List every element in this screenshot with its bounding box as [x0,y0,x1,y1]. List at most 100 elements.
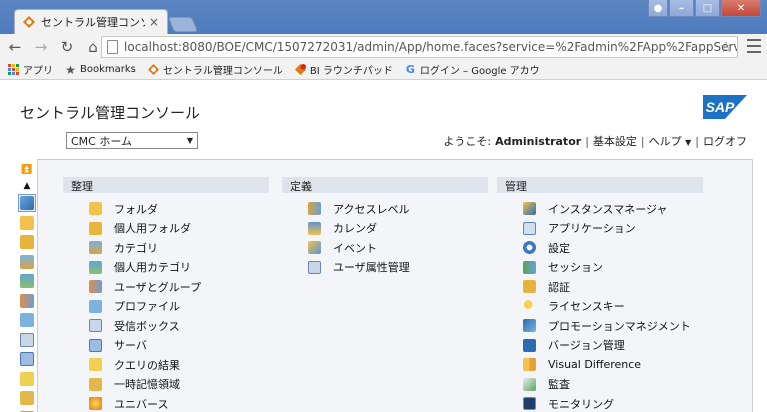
query-icon [20,371,34,386]
link-temp-storage[interactable]: 一時記憶領域 [63,375,269,395]
profiles-tool[interactable] [18,311,36,329]
scroll-top-icon[interactable]: ⏫ [18,163,36,177]
visual-difference-icon [523,358,536,372]
browser-tab-cmc[interactable]: セントラル管理コンソール × [14,9,168,34]
define-column: 定義 アクセスレベル カレンダ イベント ユーザ属性管理 [282,177,488,277]
cmc-home-tool[interactable] [18,194,36,212]
item-label: バージョン管理 [548,339,625,353]
bookmark-label: Bookmarks [80,64,136,75]
sap-logo: SAP [703,95,747,119]
link-calendars[interactable]: カレンダ [282,219,488,239]
user-attribute-icon [308,260,321,274]
promotion-icon [523,319,536,333]
chrome-menu-icon[interactable] [747,39,761,53]
bookmark-apps[interactable]: アプリ [8,62,53,77]
personal-categories-tool[interactable] [18,272,36,290]
sap-cmc-favicon [23,16,35,28]
bookmark-cmc[interactable]: セントラル管理コンソール [147,62,283,77]
separator: | [585,134,589,148]
cmc-navigation-dropdown[interactable]: CMC ホーム ▼ [66,132,198,149]
link-license-keys[interactable]: ライセンスキー [497,297,703,317]
dropdown-value: CMC ホーム [71,134,133,148]
link-universes[interactable]: ユニバース [63,394,269,412]
maximize-button[interactable]: □ [695,0,720,17]
item-label: 設定 [548,241,570,255]
back-arrow-icon[interactable]: ← [4,36,26,58]
link-inbox[interactable]: 受信ボックス [63,316,269,336]
link-profiles[interactable]: プロファイル [63,297,269,317]
servers-tool[interactable] [18,350,36,368]
item-label: 認証 [548,280,570,294]
users-icon [89,280,102,294]
link-access-levels[interactable]: アクセスレベル [282,199,488,219]
google-icon: G [405,63,415,76]
item-label: カレンダ [333,222,377,236]
minimize-button[interactable]: – [669,0,694,17]
bookmark-star-icon[interactable]: ☆ [720,38,733,56]
users-groups-tool[interactable] [18,292,36,310]
folders-tool[interactable] [18,214,36,232]
temp-storage-tool[interactable] [18,389,36,407]
link-version-management[interactable]: バージョン管理 [497,336,703,356]
help-menu[interactable]: ヘルプ ▼ [649,133,692,149]
preferences-link[interactable]: 基本設定 [593,133,637,149]
personal-category-icon [20,274,34,288]
page-icon [107,40,119,54]
tab-close-icon[interactable]: × [149,15,159,29]
event-icon [308,241,321,255]
caret-down-icon: ▼ [685,138,692,147]
user-profile-icon[interactable]: ● [648,0,668,17]
link-events[interactable]: イベント [282,238,488,258]
scroll-up-icon[interactable]: ▲ [18,179,36,193]
bookmark-google-login[interactable]: G ログイン – Google アカウ [405,62,540,77]
link-users-groups[interactable]: ユーザとグループ [63,277,269,297]
forward-arrow-icon[interactable]: → [30,36,52,58]
storage-icon [20,391,34,405]
address-bar[interactable]: localhost:8080/BOE/CMC/1507272031/admin/… [101,36,738,58]
reload-icon[interactable]: ↻ [56,36,78,58]
new-tab-button[interactable] [167,17,199,32]
link-sessions[interactable]: セッション [497,258,703,278]
categories-tool[interactable] [18,253,36,271]
personal-category-icon [89,260,102,274]
item-label: Visual Difference [548,358,642,372]
query-results-tool[interactable] [18,370,36,388]
link-monitoring[interactable]: モニタリング [497,394,703,412]
inbox-tool[interactable] [18,331,36,349]
link-visual-difference[interactable]: Visual Difference [497,355,703,375]
link-categories[interactable]: カテゴリ [63,238,269,258]
bookmark-bookmarks[interactable]: ★ Bookmarks [65,62,136,77]
link-user-attributes[interactable]: ユーザ属性管理 [282,258,488,278]
logoff-link[interactable]: ログオフ [703,133,747,149]
link-settings[interactable]: 設定 [497,238,703,258]
universe-icon [89,397,102,411]
browser-titlebar: セントラル管理コンソール × ● – □ ✕ [0,0,767,34]
bookmarks-bar: アプリ ★ Bookmarks セントラル管理コンソール BI ラウンチパッド … [0,60,767,80]
organize-header: 整理 [63,177,269,193]
link-personal-categories[interactable]: 個人用カテゴリ [63,258,269,278]
item-label: アプリケーション [548,222,636,236]
link-authentication[interactable]: 認証 [497,277,703,297]
link-folders[interactable]: フォルダ [63,199,269,219]
link-query-results[interactable]: クエリの結果 [63,355,269,375]
item-label: サーバ [114,339,147,353]
link-personal-folders[interactable]: 個人用フォルダ [63,219,269,239]
link-instance-manager[interactable]: インスタンスマネージャ [497,199,703,219]
item-label: プロモーションマネジメント [548,319,691,333]
item-label: 個人用フォルダ [114,222,191,236]
cmc-home-panel: 整理 フォルダ 個人用フォルダ カテゴリ 個人用カテゴリ ユーザとグループ プロ… [37,159,753,412]
link-auditing[interactable]: 監査 [497,375,703,395]
link-promotion-management[interactable]: プロモーションマネジメント [497,316,703,336]
universes-tool[interactable] [18,409,36,412]
personal-folders-tool[interactable] [18,233,36,251]
category-icon [20,254,34,269]
define-header: 定義 [282,177,488,193]
bookmark-bi-launchpad[interactable]: BI ラウンチパッド [294,62,393,77]
sap-cmc-icon [147,64,159,75]
link-applications[interactable]: アプリケーション [497,219,703,239]
star-icon: ★ [65,62,76,77]
link-servers[interactable]: サーバ [63,336,269,356]
close-window-button[interactable]: ✕ [721,0,761,17]
bi-launchpad-icon [294,64,306,75]
item-label: プロファイル [114,300,180,314]
